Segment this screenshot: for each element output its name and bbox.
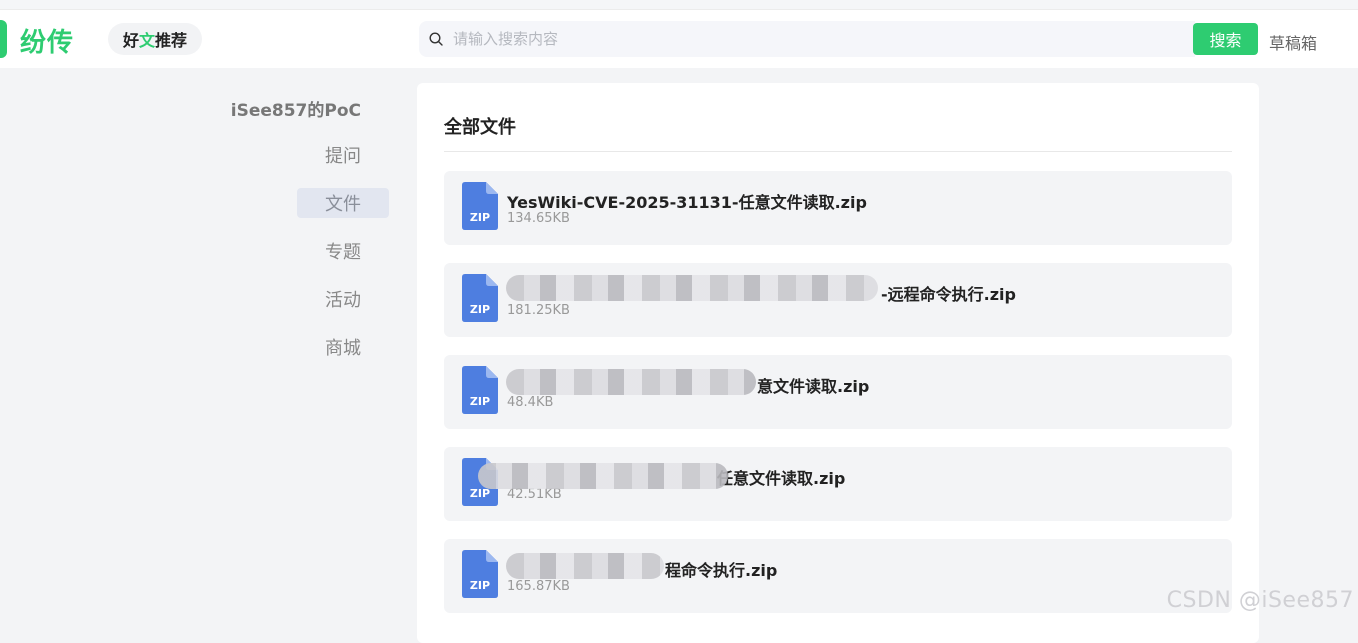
file-size: 134.65KB bbox=[507, 211, 570, 226]
zip-file-icon: ZIP bbox=[462, 550, 498, 598]
file-card[interactable]: ZIP YesWiki-CVE-2025-31131-任意文件读取.zip134.… bbox=[444, 171, 1232, 245]
sidebar-item-events[interactable]: 活动 bbox=[297, 284, 389, 314]
sidebar-nav: 提问 文件 专题 活动 商城 bbox=[297, 140, 389, 380]
zip-icon-label: ZIP bbox=[470, 211, 490, 224]
file-name[interactable]: 程命令执行.zip bbox=[665, 557, 777, 581]
file-size: 165.87KB bbox=[507, 579, 570, 594]
divider bbox=[444, 151, 1232, 152]
sidebar-item-files[interactable]: 文件 bbox=[297, 188, 389, 218]
file-size: 42.51KB bbox=[507, 487, 562, 502]
file-name[interactable]: -远程命令执行.zip bbox=[881, 281, 1016, 305]
zip-icon-label: ZIP bbox=[470, 487, 490, 500]
zip-icon-label: ZIP bbox=[470, 395, 490, 408]
zip-icon-label: ZIP bbox=[470, 303, 490, 316]
file-card[interactable]: ZIP 程命令执行.zip 165.87KB bbox=[444, 539, 1232, 613]
search-button[interactable]: 搜索 bbox=[1193, 23, 1258, 55]
search-box bbox=[419, 21, 1195, 57]
recommend-prefix: 好 bbox=[123, 27, 139, 51]
file-list: ZIP YesWiki-CVE-2025-31131-任意文件读取.zip134.… bbox=[444, 171, 1232, 631]
recommended-articles-button[interactable]: 好文推荐 bbox=[108, 23, 202, 55]
file-name[interactable]: 意文件读取.zip bbox=[757, 373, 869, 397]
redaction-blur bbox=[478, 463, 728, 489]
file-card[interactable]: ZIP 意文件读取.zip 48.4KB bbox=[444, 355, 1232, 429]
files-panel: 全部文件 ZIP YesWiki-CVE-2025-31131-任意文件读取.zi… bbox=[417, 83, 1259, 643]
sidebar-item-store[interactable]: 商城 bbox=[297, 332, 389, 362]
search-input[interactable] bbox=[453, 21, 1173, 57]
sidebar-item-topics[interactable]: 专题 bbox=[297, 236, 389, 266]
drafts-link[interactable]: 草稿箱 bbox=[1269, 30, 1317, 54]
zip-icon-label: ZIP bbox=[470, 579, 490, 592]
browser-top-strip bbox=[0, 0, 1358, 10]
search-icon bbox=[429, 32, 443, 46]
zip-file-icon: ZIP bbox=[462, 182, 498, 230]
redaction-blur bbox=[506, 275, 878, 301]
redaction-blur bbox=[506, 553, 664, 579]
page-title: 全部文件 bbox=[444, 113, 516, 139]
top-header: 纷传 好文推荐 搜索 草稿箱 bbox=[0, 10, 1358, 68]
file-size: 181.25KB bbox=[507, 303, 570, 318]
file-name[interactable]: YesWiki-CVE-2025-31131-任意文件读取.zip bbox=[507, 189, 867, 213]
zip-file-icon: ZIP bbox=[462, 366, 498, 414]
recommend-suffix: 推荐 bbox=[155, 27, 187, 51]
redaction-blur bbox=[506, 369, 756, 395]
watermark: CSDN @iSee857 bbox=[1167, 588, 1354, 613]
zip-file-icon: ZIP bbox=[462, 274, 498, 322]
recommend-accent: 文 bbox=[139, 27, 155, 51]
site-logo[interactable]: 纷传 bbox=[20, 22, 74, 59]
logo-mark bbox=[0, 20, 7, 58]
sidebar-title: iSee857的PoC bbox=[231, 96, 361, 121]
file-card[interactable]: ZIP -远程命令执行.zip 181.25KB bbox=[444, 263, 1232, 337]
file-card[interactable]: ZIP 任意文件读取.zip 42.51KB bbox=[444, 447, 1232, 521]
file-size: 48.4KB bbox=[507, 395, 553, 410]
sidebar-item-questions[interactable]: 提问 bbox=[297, 140, 389, 170]
file-name[interactable]: 任意文件读取.zip bbox=[717, 465, 845, 489]
